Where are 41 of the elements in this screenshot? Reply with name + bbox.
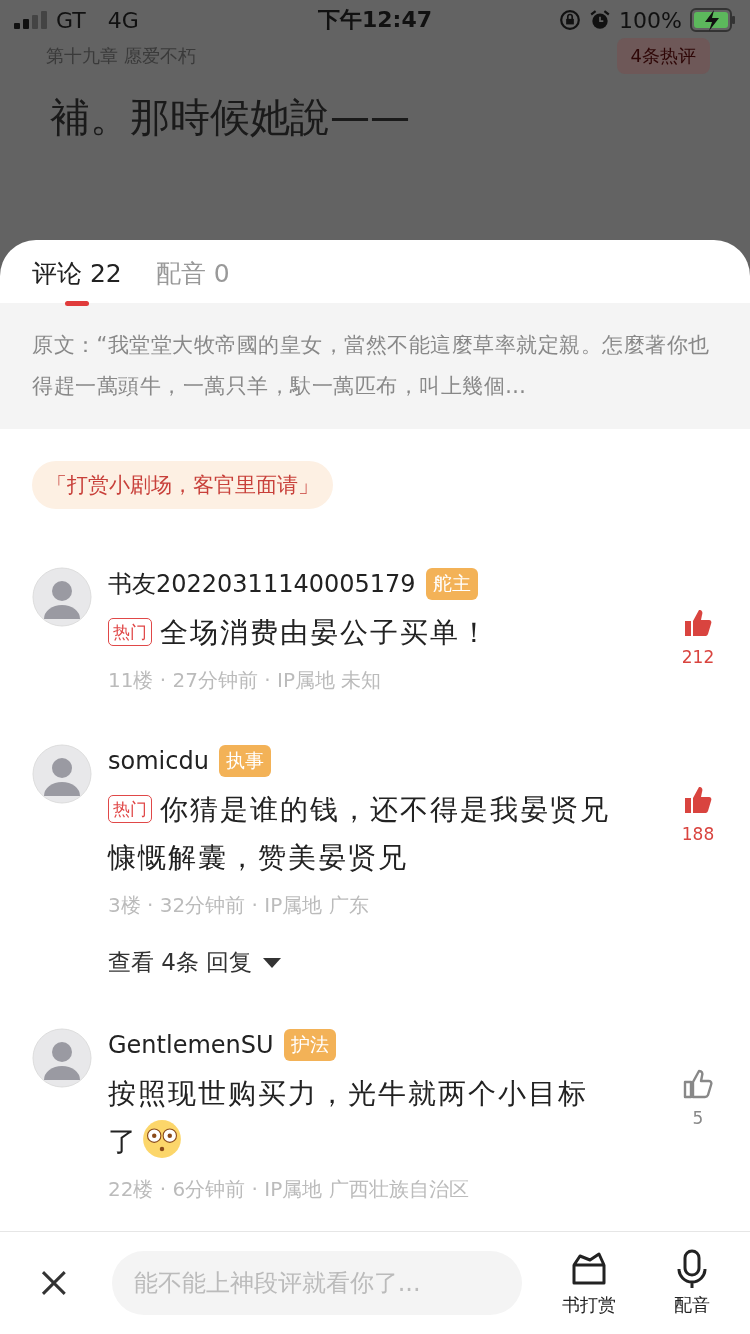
comment-meta: 22楼 · 6分钟前 · IP属地 广西壮族自治区 — [108, 1176, 470, 1203]
avatar-icon[interactable] — [32, 567, 92, 627]
alarm-icon — [589, 9, 612, 31]
carrier-name: GT — [56, 7, 86, 33]
signal-icon — [14, 11, 48, 29]
like-count: 188 — [681, 824, 715, 844]
comment-meta: 11楼 · 27分钟前 · IP属地 未知 — [108, 667, 383, 694]
comment-text: 热门 你猜是谁的钱，还不得是我晏贤兄慷慨解囊，赞美晏贤兄 — [108, 793, 610, 874]
comment-text: 热门 全场消费由晏公子买单！ — [108, 616, 490, 649]
hot-tag: 热门 — [108, 795, 152, 823]
rank-badge: 执事 — [218, 745, 271, 777]
comment-text: 按照现世购买力，光牛就两个小目标了 — [108, 1077, 588, 1158]
close-icon[interactable] — [40, 1269, 68, 1297]
comment-meta: 3楼 · 32分钟前 · IP属地 广东 — [108, 892, 370, 919]
action-button[interactable]: 配音 — [656, 1249, 728, 1317]
view-replies-button[interactable]: 查看 4条 回复 — [108, 947, 283, 978]
rank-badge: 护法 — [283, 1029, 336, 1061]
thumbs-up-icon[interactable] — [682, 1068, 714, 1100]
user-name[interactable]: 书友20220311140005179 — [108, 568, 416, 600]
avatar-icon[interactable] — [32, 1028, 92, 1088]
rotation-lock-icon — [559, 9, 582, 31]
thumbs-up-icon[interactable] — [682, 784, 714, 816]
battery-percent: 100% — [619, 7, 682, 33]
comment-input-field[interactable]: 能不能上神段评就看你了... — [111, 1251, 522, 1315]
avatar-icon[interactable] — [32, 744, 92, 804]
hot-tag: 热门 — [108, 618, 152, 646]
rank-badge: 舵主 — [425, 568, 478, 600]
action-button[interactable]: 书打赏 — [553, 1249, 625, 1317]
network-type: 4G — [107, 7, 139, 33]
shocked-emoji-icon — [142, 1119, 182, 1159]
tab[interactable]: 评论 22 — [32, 245, 122, 306]
like-count: 212 — [681, 647, 715, 667]
tip-theater-link[interactable]: 「打赏小剧场，客官里面请」 — [32, 461, 333, 509]
clock-time: 下午12:47 — [318, 6, 432, 34]
user-name[interactable]: somicdu — [108, 747, 209, 775]
caret-icon — [262, 956, 283, 969]
quoted-passage: 原文：“我堂堂大牧帝國的皇女，當然不能這麼草率就定親。怎麼著你也得趕一萬頭牛，一萬只羊，馱一萬匹布，叫上幾個… — [0, 303, 750, 429]
user-name[interactable]: GentlemenSU — [108, 1031, 274, 1059]
chapter-text: 補。那時候她說—— — [49, 93, 411, 142]
like-count: 5 — [692, 1108, 704, 1128]
thumbs-up-icon[interactable] — [682, 607, 714, 639]
